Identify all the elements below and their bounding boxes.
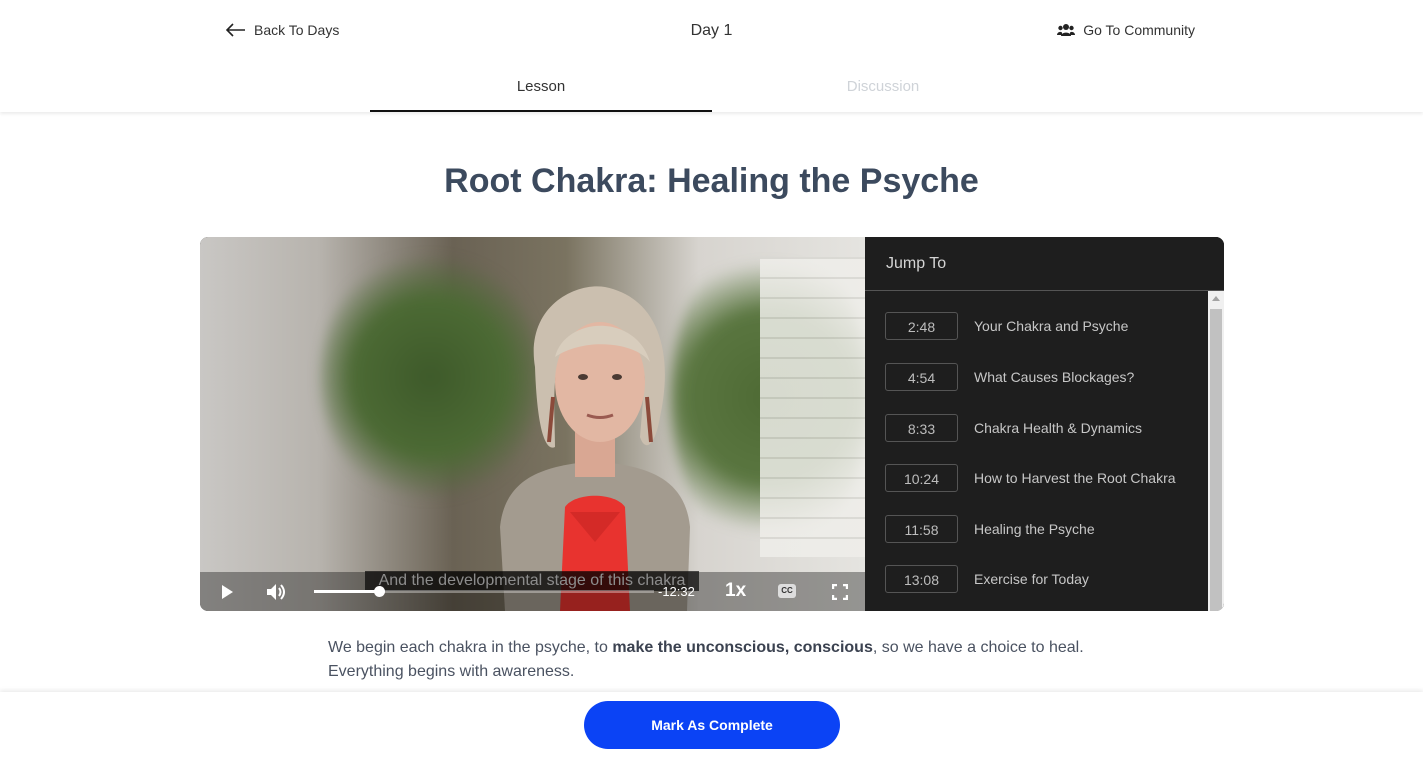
chapter-time: 4:54 — [885, 363, 958, 391]
chapter-label: How to Harvest the Root Chakra — [974, 470, 1176, 486]
chapter-time: 11:58 — [885, 515, 958, 543]
scroll-up-arrow-icon[interactable] — [1208, 291, 1224, 307]
playback-speed-button[interactable]: 1x — [725, 580, 746, 602]
lesson-description: We begin each chakra in the psyche, to m… — [328, 636, 1118, 684]
video-frame[interactable]: And the developmental stage of this chak… — [200, 237, 865, 611]
fullscreen-icon[interactable] — [832, 584, 848, 600]
chapter-label: What Causes Blockages? — [974, 369, 1135, 385]
jump-to-item[interactable]: 8:33 Chakra Health & Dynamics — [885, 413, 1186, 443]
tab-discussion[interactable]: Discussion — [712, 70, 1054, 112]
play-icon[interactable] — [220, 584, 234, 600]
chapter-time: 2:48 — [885, 312, 958, 340]
jump-to-title: Jump To — [865, 237, 1224, 291]
lesson-tabs: Lesson Discussion — [370, 70, 1054, 112]
jump-to-item[interactable]: 13:08 Exercise for Today — [885, 564, 1186, 594]
progress-fill — [314, 590, 379, 593]
day-title: Day 1 — [690, 22, 733, 39]
progress-handle[interactable] — [373, 586, 385, 597]
community-label: Go To Community — [1083, 22, 1195, 38]
video-player: And the developmental stage of this chak… — [200, 237, 1224, 611]
top-header: Back To Days Day 1 Go To Community Lesso… — [0, 0, 1423, 112]
chapter-time: 8:33 — [885, 414, 958, 442]
lesson-title: Root Chakra: Healing the Psyche — [444, 162, 979, 200]
speaker-image — [500, 286, 690, 611]
background-window — [760, 257, 865, 557]
chapter-time: 10:24 — [885, 464, 958, 492]
jump-to-item[interactable]: 4:54 What Causes Blockages? — [885, 362, 1186, 392]
closed-captions-icon[interactable]: CC — [778, 584, 796, 598]
mark-as-complete-button[interactable]: Mark As Complete — [584, 701, 840, 749]
progress-track[interactable] — [314, 586, 654, 597]
description-text: We begin each chakra in the psyche, to — [328, 639, 613, 656]
go-to-community-link[interactable]: Go To Community — [1057, 22, 1195, 38]
description-emphasis: make the unconscious, conscious — [612, 639, 873, 656]
users-icon — [1057, 24, 1076, 36]
chapter-label: Exercise for Today — [974, 571, 1089, 587]
volume-icon[interactable] — [266, 583, 288, 601]
chapter-label: Your Chakra and Psyche — [974, 318, 1129, 334]
chapter-time: 13:08 — [885, 565, 958, 593]
jump-to-item[interactable]: 11:58 Healing the Psyche — [885, 514, 1186, 544]
chapter-label: Healing the Psyche — [974, 521, 1095, 537]
footer-bar: Mark As Complete — [0, 692, 1423, 757]
tab-lesson[interactable]: Lesson — [370, 70, 712, 112]
jump-to-scrollbar[interactable] — [1208, 291, 1224, 611]
chapter-label: Chakra Health & Dynamics — [974, 420, 1143, 436]
scroll-thumb[interactable] — [1210, 309, 1222, 611]
jump-to-item[interactable]: 10:24 How to Harvest the Root Chakra — [885, 463, 1186, 493]
video-controls: -12:32 1x CC — [200, 572, 865, 611]
time-remaining: -12:32 — [658, 584, 695, 599]
jump-to-list: 2:48 Your Chakra and Psyche 4:54 What Ca… — [865, 291, 1208, 611]
jump-to-panel: Jump To 2:48 Your Chakra and Psyche 4:54… — [865, 237, 1224, 611]
jump-to-item[interactable]: 2:48 Your Chakra and Psyche — [885, 311, 1186, 341]
